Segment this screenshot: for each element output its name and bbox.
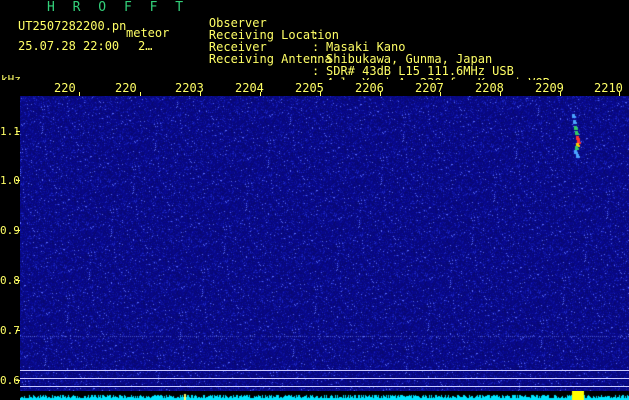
- y-tick-mark: [16, 380, 20, 381]
- y-tick-mark: [16, 131, 20, 132]
- waterfall-canvas: [20, 96, 629, 392]
- y-tick-mark: [16, 230, 20, 231]
- y-tick-mark: [16, 280, 20, 281]
- divider-line: [20, 386, 629, 387]
- file-name: UT2507282200.pn: [18, 19, 127, 33]
- extra-label: 2…: [138, 39, 153, 53]
- waterfall-spectrogram: [20, 96, 629, 392]
- y-tick-mark: [16, 180, 20, 181]
- divider-line: [20, 370, 629, 371]
- header-panel: H R O F F T UT2507282200.pn meteor 25.07…: [0, 0, 629, 89]
- divider-line: [20, 378, 629, 379]
- info-separator: :: [312, 64, 320, 78]
- y-tick-mark: [16, 330, 20, 331]
- time-axis: 220 220 2203 2204 2205 2206 2207 2208 2209 2210: [0, 80, 629, 96]
- x-tick-label: 220: [54, 81, 76, 95]
- x-tick-label: 220: [115, 81, 137, 95]
- datetime-label: 25.07.28 22:00: [18, 39, 120, 53]
- spectrum-strip: [20, 391, 629, 400]
- file-tag: meteor: [126, 26, 170, 40]
- app-title: H R O F F T: [47, 0, 189, 15]
